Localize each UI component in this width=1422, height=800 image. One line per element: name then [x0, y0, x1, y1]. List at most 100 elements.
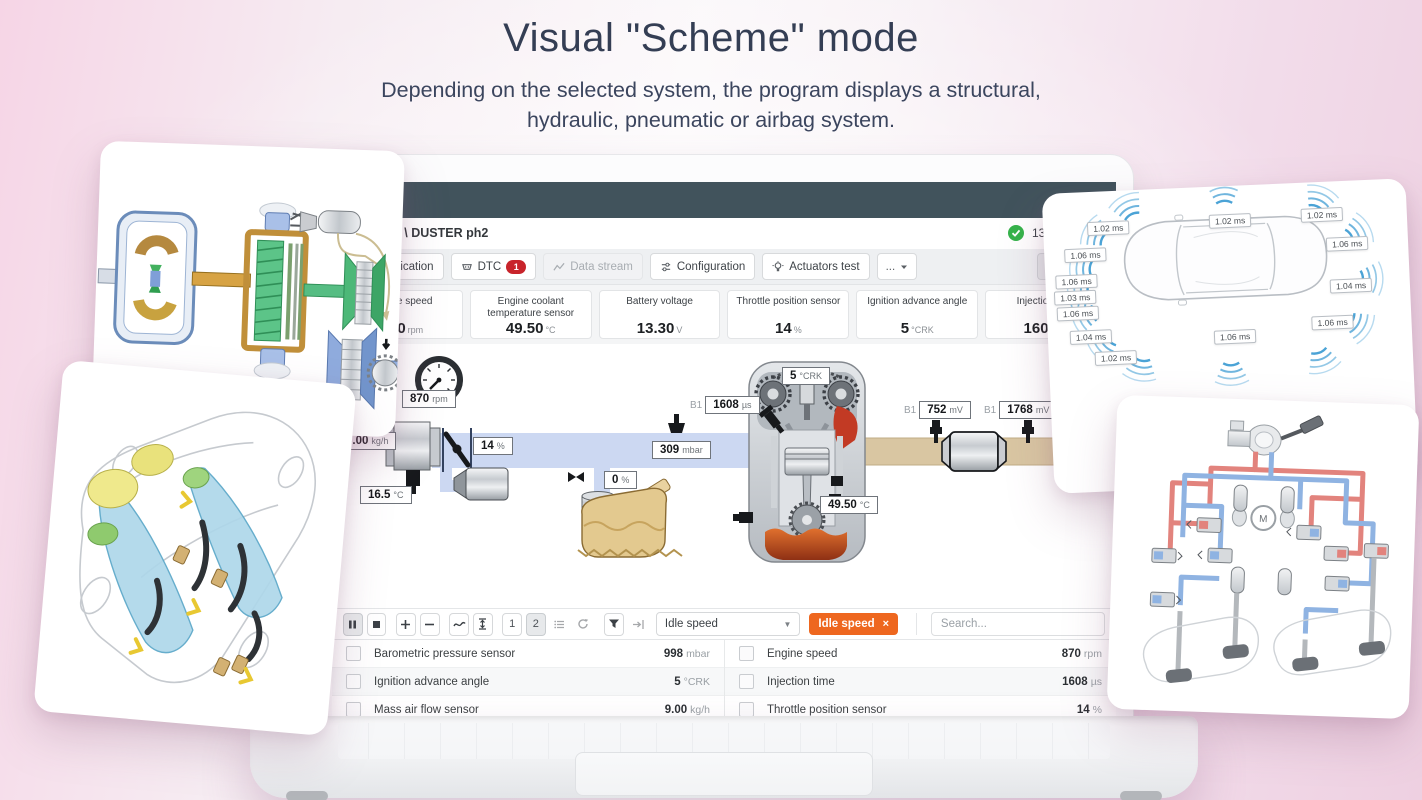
tab-label: Actuators test [789, 260, 860, 273]
param-name: Ignition advance angle [374, 675, 490, 688]
param-unit: % [1092, 703, 1102, 716]
marketing-slide: Visual "Scheme" mode Depending on the se… [0, 0, 1422, 800]
param-name: Barometric pressure sensor [374, 647, 516, 660]
param-value: 5 [674, 675, 681, 688]
list-icon [554, 620, 565, 628]
sensor-title: Ignition advance angle [867, 296, 968, 307]
laptop-foot-right [1120, 791, 1162, 800]
sensor-value: 49.50 [505, 320, 544, 337]
unit: % [496, 441, 505, 451]
page-2-button[interactable]: 2 [525, 612, 546, 636]
sensor-card-battery-voltage[interactable]: Battery voltage 13.30 V [598, 290, 721, 339]
unit: °C [393, 490, 404, 500]
sensor-time-label: 1.06 ms [1056, 305, 1100, 322]
catalytic-converter [941, 431, 1007, 472]
label-intake-temp: 16.5 °C [360, 486, 412, 504]
page-subtitle: Depending on the selected system, the pr… [381, 78, 1041, 132]
trackpad [575, 752, 873, 796]
sensor-unit: °CRK [911, 325, 934, 335]
value: 870 [410, 393, 430, 405]
bank-prefix: B1 [690, 399, 703, 411]
param-value: 1608 [1062, 675, 1088, 688]
value: 309 [660, 444, 680, 456]
table-row[interactable]: Engine speed 870 rpm [725, 640, 1116, 668]
row-checkbox[interactable] [739, 674, 754, 689]
sensor-unit: rpm [407, 325, 424, 335]
table-row[interactable]: Ignition advance angle 5 °CRK [332, 668, 724, 696]
minus-icon [425, 623, 435, 625]
sensor-card-coolant-temp[interactable]: Engine coolant temperature sensor 49.50 °… [469, 290, 592, 339]
engine-scheme-canvas: 870 rpm 9.00 kg/h 16.5 °C 14% 309 mbar 0% 5 °… [332, 344, 1116, 608]
cvt-primary-pulley [342, 252, 386, 333]
row-checkbox[interactable] [739, 646, 754, 661]
engine-scheme-graphic [385, 356, 1096, 563]
param-unit: rpm [1083, 647, 1102, 660]
row-checkbox[interactable] [739, 702, 754, 717]
active-filter-chip[interactable]: Idle speed × [809, 613, 899, 635]
stop-button[interactable] [366, 612, 387, 636]
fit-vertical-button[interactable] [472, 612, 493, 636]
wheels [1165, 641, 1386, 683]
search-input[interactable] [930, 612, 1105, 636]
table-row[interactable]: Barometric pressure sensor 998 mbar [332, 640, 724, 668]
page-1-label: 1 [509, 618, 516, 630]
row-checkbox[interactable] [346, 702, 361, 717]
plus-icon [401, 619, 411, 629]
bank-prefix: B1 [984, 404, 997, 416]
param-value: 870 [1061, 647, 1081, 660]
dropdown-value: Idle speed [664, 618, 718, 630]
brake-pedal-booster [1227, 415, 1324, 456]
bank-prefix: B1 [904, 404, 917, 416]
bulb-icon [772, 260, 784, 271]
diagnostic-app-window: RENAULT \ DUSTER ph2 13. Identification … [332, 182, 1116, 728]
label-o2-upstream: B1 752 mV [904, 401, 971, 419]
line-chart-icon [553, 262, 565, 271]
param-unit: µs [1090, 675, 1102, 688]
smoothing-button[interactable] [449, 612, 469, 636]
row-checkbox[interactable] [346, 674, 361, 689]
row-checkbox[interactable] [346, 646, 361, 661]
zoom-in-button[interactable] [396, 612, 416, 636]
sensor-card-throttle-position[interactable]: Throttle position sensor 14% [727, 290, 850, 339]
dtc-count-badge: 1 [506, 259, 527, 274]
page-title: Visual "Scheme" mode [503, 16, 919, 60]
param-value: 9.00 [664, 703, 688, 716]
tab-more-menu[interactable]: ... [876, 253, 918, 280]
unit: kg/h [371, 436, 389, 446]
sensor-card-ignition-advance[interactable]: Ignition advance angle 5 °CRK [856, 290, 979, 339]
param-name: Mass air flow sensor [374, 703, 479, 716]
chip-label: Idle speed [818, 618, 875, 630]
tab-data-stream[interactable]: Data stream [543, 253, 643, 280]
value: 1768 [1007, 404, 1033, 416]
tab-dtc[interactable]: DTC 1 [450, 253, 537, 280]
planetary-gearset [241, 202, 309, 380]
check-circle-icon [1008, 225, 1024, 241]
unit: µs [741, 400, 752, 410]
preset-dropdown[interactable]: Idle speed ▼ [655, 612, 801, 636]
tab-configuration[interactable]: Configuration [649, 253, 756, 280]
sensor-value: 13.30 [636, 320, 675, 337]
list-button[interactable] [549, 612, 570, 636]
input-shaft [191, 271, 252, 288]
label-ignition-advance: 5 °CRK [782, 367, 831, 385]
chip-close-icon[interactable]: × [883, 618, 889, 630]
zoom-out-button[interactable] [419, 612, 440, 636]
param-unit: °CRK [683, 675, 710, 688]
table-row[interactable]: Injection time 1608 µs [725, 668, 1116, 696]
unit: rpm [432, 394, 448, 404]
chevron-down-icon [901, 265, 908, 269]
step-to-end-button[interactable] [628, 612, 648, 636]
airbag-scheme-card [33, 359, 357, 737]
wheel-feed-lines [1175, 557, 1377, 676]
unit: mV [949, 405, 963, 415]
filter-button[interactable] [604, 612, 625, 636]
value: 16.5 [368, 489, 391, 501]
tab-actuators-test[interactable]: Actuators test [762, 253, 870, 280]
unit: mV [1035, 405, 1050, 415]
torque-converter [97, 210, 198, 345]
page-1-button[interactable]: 1 [502, 612, 522, 636]
pause-button[interactable] [343, 612, 363, 636]
wave-icon [452, 621, 466, 626]
chevron-down-icon: ▼ [783, 619, 792, 629]
refresh-button[interactable] [573, 612, 594, 636]
